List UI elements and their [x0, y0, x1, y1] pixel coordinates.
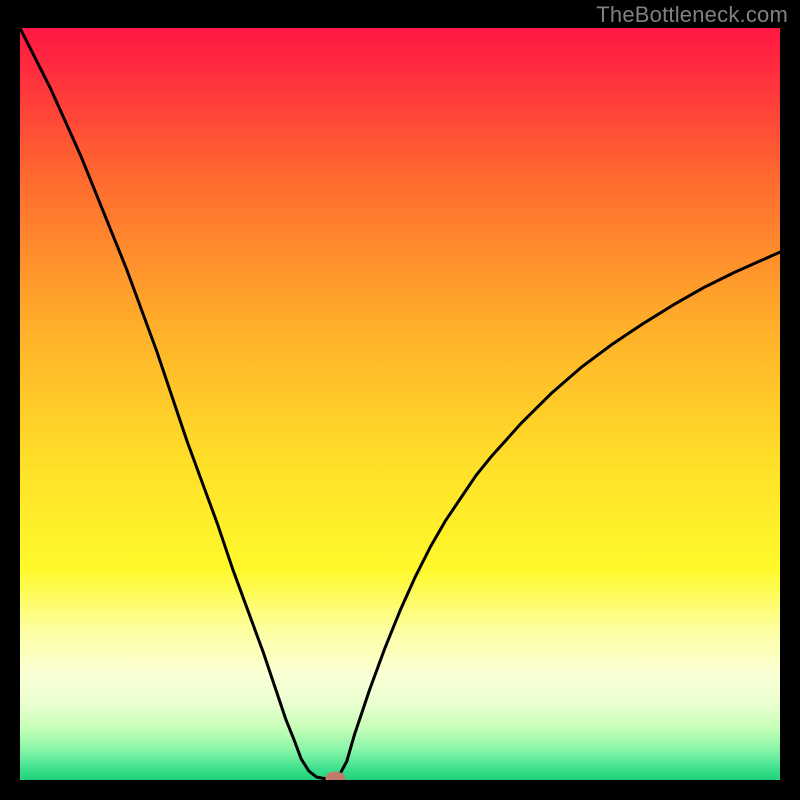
chart-container: TheBottleneck.com [0, 0, 800, 800]
chart-background [20, 28, 780, 780]
watermark-text: TheBottleneck.com [596, 2, 788, 28]
plot-area [20, 28, 780, 780]
chart-svg [20, 28, 780, 780]
